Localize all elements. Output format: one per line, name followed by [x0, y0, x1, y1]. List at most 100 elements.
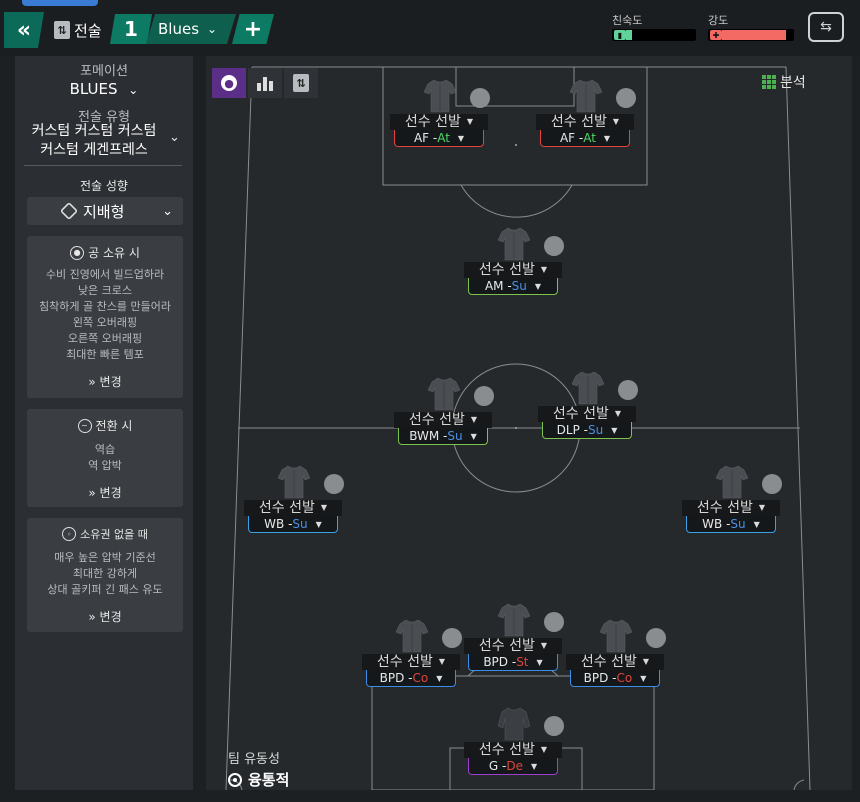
player-status-dot — [544, 716, 564, 736]
player-status-dot — [324, 474, 344, 494]
caret-down-icon: ▼ — [753, 519, 760, 529]
chevron-down-icon: ⌄ — [128, 83, 139, 97]
caret-down-icon: ▼ — [470, 431, 477, 441]
shirt-icon — [395, 618, 429, 654]
in-possession-change-button[interactable]: » 변경 — [27, 373, 183, 390]
shirt-icon — [497, 602, 531, 638]
arrows-view-button[interactable]: ⇅ — [284, 68, 318, 98]
role-duty-select[interactable]: AF - At ▼ — [540, 130, 630, 147]
in-transition-list: 역습 역 압박 — [27, 442, 183, 474]
target-icon — [228, 772, 242, 787]
player-view-button[interactable]: ● — [212, 68, 246, 98]
role-duty-select[interactable]: BPD - Co ▼ — [366, 670, 456, 687]
swap-vertical-icon: ⇅ — [293, 74, 309, 92]
select-player-dropdown[interactable]: 선수 선발 ▼ — [390, 114, 488, 130]
tactics-tab[interactable]: ⇅ 전술 — [54, 16, 102, 44]
select-player-dropdown[interactable]: 선수 선발 ▼ — [464, 638, 562, 654]
role-duty-select[interactable]: DLP - Su ▼ — [542, 422, 632, 439]
list-item: 최대한 빠른 템포 — [66, 348, 144, 361]
caret-down-icon: ▼ — [540, 641, 548, 650]
role-duty-select[interactable]: WB - Su ▼ — [248, 516, 338, 533]
analysis-button[interactable]: 분석 — [762, 72, 806, 92]
role-label: BWM - — [409, 429, 448, 443]
role-duty-select[interactable]: BPD - Co ▼ — [570, 670, 660, 687]
player-slot[interactable]: 선수 선발 ▼ G - De ▼ — [464, 706, 564, 775]
role-duty-select[interactable]: WB - Su ▼ — [686, 516, 776, 533]
out-of-possession-change-button[interactable]: » 변경 — [27, 608, 183, 625]
shirt-icon — [569, 78, 603, 114]
role-duty-select[interactable]: AM - Su ▼ — [468, 278, 558, 295]
tactic-number[interactable]: 1 — [110, 14, 152, 44]
tactic-type-line1: 커스텀 커스텀 커스텀 — [31, 123, 157, 139]
player-slot[interactable]: 선수 선발 ▼ AM - Su ▼ — [464, 226, 564, 295]
caret-down-icon: ▼ — [530, 761, 538, 771]
select-player-dropdown[interactable]: 선수 선발 ▼ — [394, 412, 492, 428]
divider — [24, 165, 182, 166]
player-slot[interactable]: 선수 선발 ▼ WB - Su ▼ — [244, 464, 344, 533]
tactic-type-line2: 커스텀 게겐프레스 — [40, 142, 148, 158]
select-player-dropdown[interactable]: 선수 선발 ▼ — [682, 500, 780, 516]
in-transition-title-text: 전환 시 — [95, 419, 133, 433]
select-player-dropdown[interactable]: 선수 선발 ▼ — [244, 500, 342, 516]
select-player-dropdown[interactable]: 선수 선발 ▼ — [362, 654, 460, 670]
stats-view-button[interactable] — [248, 68, 282, 98]
familiarity-icon: ▮ — [614, 30, 626, 40]
player-slot[interactable]: 선수 선발 ▼ BPD - Co ▼ — [362, 618, 462, 687]
team-fluidity[interactable]: 팀 유동성 융통적 — [228, 748, 289, 790]
select-player-dropdown[interactable]: 선수 선발 ▼ — [538, 406, 636, 422]
shirt-icon — [423, 78, 457, 114]
in-transition-title: ~ 전환 시 — [27, 417, 183, 434]
player-slot[interactable]: 선수 선발 ▼ BPD - St ▼ — [464, 602, 564, 671]
role-label: G - — [488, 759, 507, 773]
active-tab-indicator — [22, 0, 98, 6]
role-label: WB - — [702, 517, 731, 531]
player-slot[interactable]: 선수 선발 ▼ WB - Su ▼ — [682, 464, 782, 533]
select-player-label: 선수 선발 — [478, 742, 535, 758]
role-label: AF - — [559, 131, 584, 145]
duty-label: At — [583, 131, 596, 145]
player-slot[interactable]: 선수 선발 ▼ AF - At ▼ — [536, 78, 636, 147]
select-player-dropdown[interactable]: 선수 선발 ▼ — [536, 114, 634, 130]
tactic-type-select[interactable]: 커스텀 커스텀 커스텀 커스텀 게겐프레스 ⌄ — [15, 122, 193, 160]
select-player-dropdown[interactable]: 선수 선발 ▼ — [464, 742, 562, 758]
player-slot[interactable]: 선수 선발 ▼ DLP - Su ▼ — [538, 370, 638, 439]
swap-icon[interactable]: ⇆ — [808, 12, 844, 42]
transition-icon: ~ — [77, 418, 92, 433]
role-duty-select[interactable]: BWM - Su ▼ — [398, 428, 488, 445]
duty-label: Su — [587, 423, 604, 437]
tactic-name-select[interactable]: Blues ⌄ — [146, 14, 236, 44]
duty-label: Su — [511, 279, 527, 293]
style-value: 지배형 — [83, 202, 125, 221]
caret-down-icon: ▼ — [758, 503, 766, 512]
caret-down-icon: ▼ — [540, 745, 548, 754]
style-select[interactable]: 지배형 ⌄ — [27, 197, 183, 225]
familiarity-meter[interactable]: ▮ — [612, 29, 696, 41]
caret-down-icon: ▼ — [614, 409, 622, 418]
role-duty-select[interactable]: G - De ▼ — [468, 758, 558, 775]
list-item: 최대한 강하게 — [72, 567, 138, 580]
in-possession-title: ● 공 소유 시 — [27, 244, 183, 261]
caret-down-icon: ▼ — [640, 673, 647, 683]
role-duty-select[interactable]: AF - At ▼ — [394, 130, 484, 147]
intensity-icon: ✚ — [710, 30, 722, 40]
formation-select[interactable]: BLUES ⌄ — [15, 80, 193, 98]
intensity-meter[interactable]: ✚ — [708, 29, 794, 41]
collapse-button[interactable]: « — [4, 12, 44, 48]
role-label: AF - — [413, 131, 438, 145]
role-label: BPD - — [583, 671, 617, 685]
player-slot[interactable]: 선수 선발 ▼ BPD - Co ▼ — [566, 618, 666, 687]
player-slot[interactable]: 선수 선발 ▼ BWM - Su ▼ — [394, 376, 494, 445]
select-player-dropdown[interactable]: 선수 선발 ▼ — [566, 654, 664, 670]
double-chevron-right-icon: » — [88, 375, 96, 389]
duty-label: Su — [447, 429, 463, 443]
duty-label: At — [437, 131, 450, 145]
select-player-dropdown[interactable]: 선수 선발 ▼ — [464, 262, 562, 278]
player-slot[interactable]: 선수 선발 ▼ AF - At ▼ — [390, 78, 490, 147]
list-item: 오른쪽 오버래핑 — [67, 332, 143, 345]
player-status-dot — [618, 380, 638, 400]
list-item: 역 압박 — [88, 459, 122, 472]
player-status-dot — [442, 628, 462, 648]
in-transition-change-button[interactable]: » 변경 — [27, 484, 183, 501]
role-duty-select[interactable]: BPD - St ▼ — [468, 654, 558, 671]
ball-icon: ● — [70, 245, 85, 260]
